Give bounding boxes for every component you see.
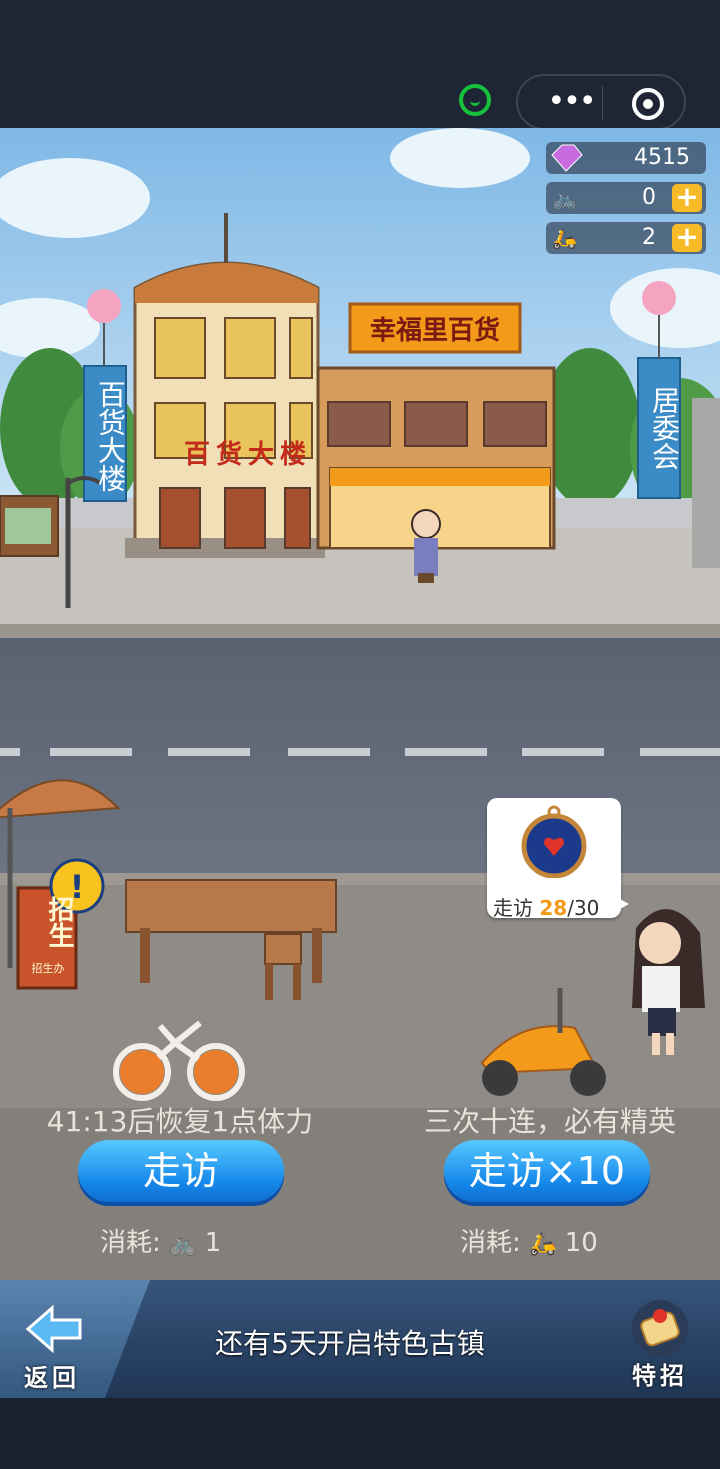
recruit-sign[interactable]: 招生 bbox=[22, 896, 74, 948]
special-recruit-button[interactable]: 特招 bbox=[620, 1296, 700, 1392]
gem-icon bbox=[551, 144, 583, 172]
back-arrow-icon bbox=[25, 1304, 82, 1354]
visit-x10-cost-value: 10 bbox=[564, 1228, 598, 1258]
compass-icon bbox=[521, 805, 587, 878]
miniprogram-capsule: ••• bbox=[516, 74, 686, 130]
scooter-icon: 🛵 bbox=[552, 226, 577, 250]
bottom-nav: 返回 还有5天开启特色古镇 特招 bbox=[0, 1280, 720, 1469]
scroll-icon bbox=[632, 1300, 688, 1356]
banner-right: 居委会 bbox=[648, 386, 681, 470]
scooter-cost-icon: 🛵 bbox=[529, 1232, 557, 1257]
bike-icon: 🚲 bbox=[552, 186, 577, 210]
visit-button[interactable]: 走访 bbox=[78, 1140, 284, 1202]
gem-count: 4515 bbox=[634, 145, 690, 170]
capsule-divider bbox=[602, 86, 603, 120]
building-sign: 百货大楼 bbox=[183, 440, 312, 470]
tenfold-guarantee-caption: 三次十连，必有精英 bbox=[423, 1105, 676, 1138]
visit-cost-value: 1 bbox=[204, 1228, 222, 1258]
banner-left: 百货大楼 bbox=[94, 380, 127, 492]
visit-cost-label: 消耗: bbox=[100, 1228, 161, 1258]
store-sign: 幸福里百货 bbox=[369, 316, 500, 346]
bike-energy-panel: 🚲 0 + bbox=[546, 182, 706, 214]
bubble-tail bbox=[611, 894, 629, 914]
visit-x10-button[interactable]: 走访×10 bbox=[444, 1140, 650, 1202]
stamina-recovery-caption: 41:13后恢复1点体力 bbox=[46, 1105, 314, 1138]
visit-cost: 消耗: 🚲 1 bbox=[100, 1222, 280, 1259]
add-bike-button[interactable]: + bbox=[672, 183, 702, 212]
visit-progress-bubble: 走访 28/30 bbox=[487, 798, 629, 921]
special-recruit-label: 特招 bbox=[632, 1362, 688, 1390]
recruit-sign-sub: 招生办 bbox=[31, 962, 65, 975]
status-face-icon bbox=[459, 84, 491, 116]
visit-progress-text: 走访 28/30 bbox=[493, 892, 617, 921]
visit-x10-cost: 消耗: 🛵 10 bbox=[460, 1222, 660, 1259]
game-scene: ! 4515 🚲 0 + 🛵 2 + 百货大楼 居委会 幸福里百货 百货大楼 招… bbox=[0, 128, 720, 1280]
back-label: 返回 bbox=[24, 1364, 80, 1392]
visit-current: 28 bbox=[539, 896, 568, 920]
visit-separator: / bbox=[567, 896, 574, 920]
town-unlock-notice: 还有5天开启特色古镇 bbox=[215, 1327, 485, 1360]
close-target-icon[interactable] bbox=[632, 88, 664, 120]
add-scooter-button[interactable]: + bbox=[672, 223, 702, 252]
visit-x10-cost-label: 消耗: bbox=[460, 1228, 521, 1258]
gem-panel: 4515 bbox=[546, 142, 706, 174]
bike-cost-icon: 🚲 bbox=[169, 1232, 197, 1257]
scooter-energy-panel: 🛵 2 + bbox=[546, 222, 706, 254]
more-icon[interactable]: ••• bbox=[540, 82, 602, 122]
scooter-count: 2 bbox=[642, 225, 656, 250]
visit-total: 30 bbox=[573, 896, 600, 920]
back-button[interactable]: 返回 bbox=[18, 1302, 88, 1392]
bike-count: 0 bbox=[642, 185, 656, 210]
visit-label: 走访 bbox=[493, 896, 533, 920]
